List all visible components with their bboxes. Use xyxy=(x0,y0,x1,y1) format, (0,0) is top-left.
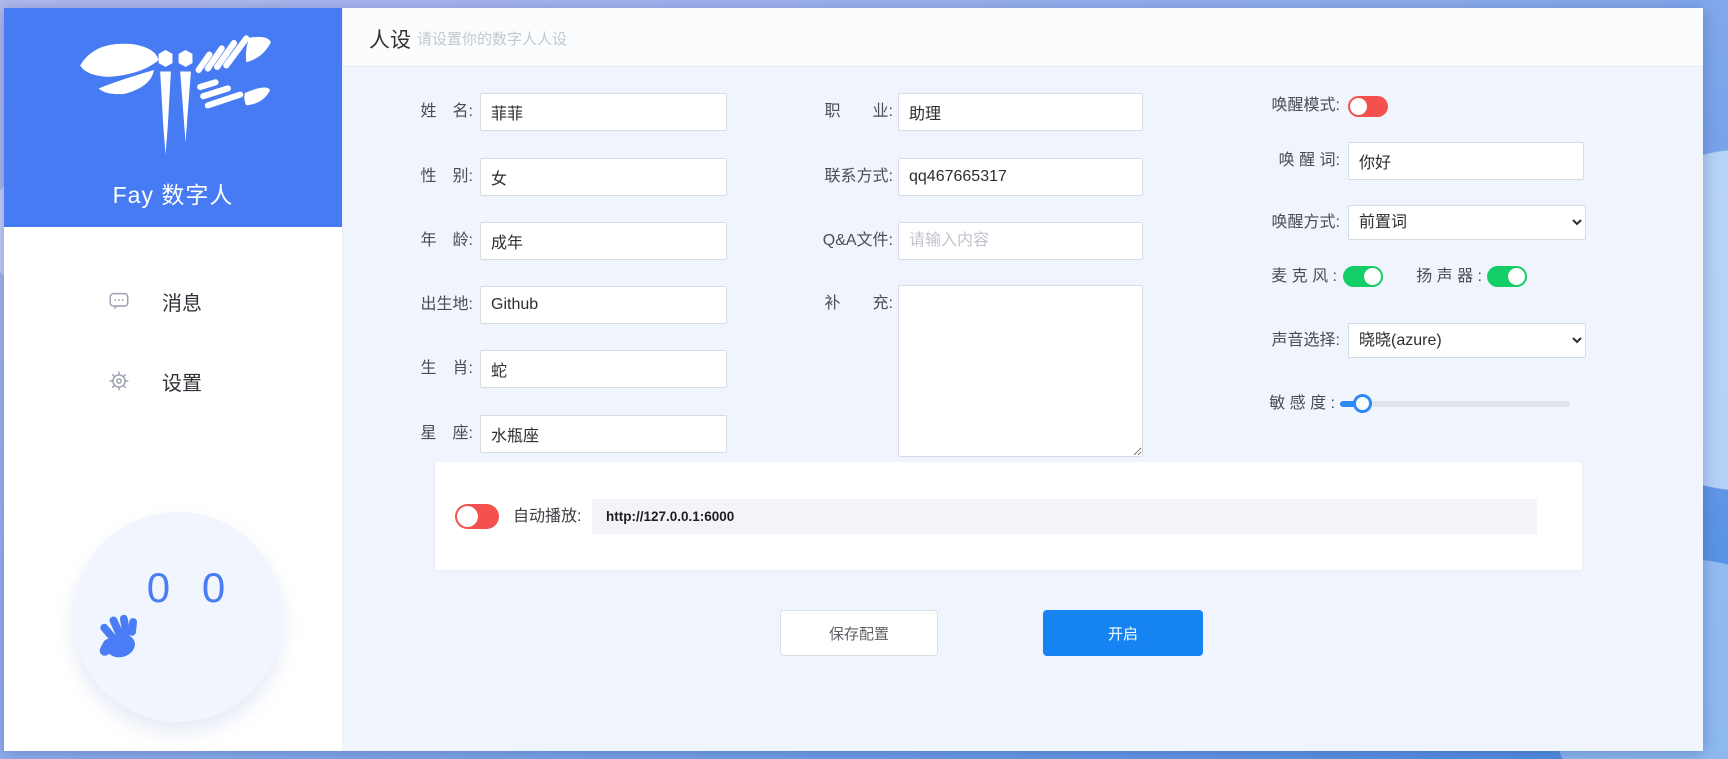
name-label: 姓 名: xyxy=(373,93,473,131)
zodiac-input[interactable] xyxy=(480,350,727,388)
wake-method-label: 唤醒方式: xyxy=(1198,205,1340,240)
app-window: Fay 数字人 消息 设置 0 0 xyxy=(4,8,1703,751)
mic-label: 麦 克 风 : xyxy=(1203,257,1337,297)
toggle-knob xyxy=(1508,268,1525,285)
birthplace-input[interactable] xyxy=(480,286,727,324)
sidebar-item-settings[interactable]: 设置 xyxy=(4,358,342,404)
page-title: 人设 xyxy=(369,24,411,54)
occupation-label: 职 业: xyxy=(773,93,893,131)
slider-knob[interactable] xyxy=(1353,394,1372,413)
status-circle: 0 0 xyxy=(73,512,283,722)
autoplay-url-field[interactable]: http://127.0.0.1:6000 xyxy=(592,499,1537,534)
counter-display: 0 0 xyxy=(73,564,283,612)
persona-form: 姓 名: 性 别: 年 龄: 出生地: 生 肖: 星 座: 职 业: 联系方式:… xyxy=(343,67,1703,751)
voice-select[interactable]: 晓晓(azure) xyxy=(1348,323,1586,358)
toggle-knob xyxy=(1364,268,1381,285)
gender-input[interactable] xyxy=(480,158,727,196)
sidebar-item-messages[interactable]: 消息 xyxy=(4,278,342,324)
wake-mode-toggle[interactable] xyxy=(1348,96,1388,117)
constellation-label: 星 座: xyxy=(373,415,473,453)
sidebar-item-label: 设置 xyxy=(162,367,202,396)
birthplace-label: 出生地: xyxy=(373,286,473,324)
page-subtitle: 请设置你的数字人人设 xyxy=(417,28,567,49)
occupation-input[interactable] xyxy=(898,93,1143,131)
brand-header: Fay 数字人 xyxy=(4,8,342,227)
wake-word-label: 唤 醒 词: xyxy=(1198,142,1340,180)
speaker-toggle[interactable] xyxy=(1487,266,1527,287)
contact-label: 联系方式: xyxy=(773,158,893,196)
zodiac-label: 生 肖: xyxy=(373,350,473,388)
age-label: 年 龄: xyxy=(373,222,473,260)
supplement-label: 补 充: xyxy=(773,285,893,323)
qa-file-input[interactable] xyxy=(898,222,1143,260)
sensitivity-label: 敏 感 度 : xyxy=(1198,393,1335,415)
mic-toggle[interactable] xyxy=(1343,266,1383,287)
autoplay-panel: 自动播放: http://127.0.0.1:6000 xyxy=(435,462,1582,570)
toggle-knob xyxy=(1350,98,1367,115)
speaker-label: 扬 声 器 : xyxy=(1391,257,1482,297)
constellation-input[interactable] xyxy=(480,415,727,453)
slider-track[interactable] xyxy=(1340,401,1570,407)
page-header: 人设 请设置你的数字人人设 xyxy=(343,8,1703,67)
supplement-textarea[interactable] xyxy=(898,285,1143,457)
name-input[interactable] xyxy=(480,93,727,131)
contact-input[interactable] xyxy=(898,158,1143,196)
autoplay-toggle[interactable] xyxy=(455,504,499,529)
wake-word-input[interactable] xyxy=(1348,142,1584,180)
sidebar-item-label: 消息 xyxy=(162,287,202,316)
save-config-button[interactable]: 保存配置 xyxy=(780,610,938,656)
gender-label: 性 别: xyxy=(373,158,473,196)
start-button[interactable]: 开启 xyxy=(1043,610,1203,656)
message-icon xyxy=(108,290,130,312)
voice-label: 声音选择: xyxy=(1198,323,1340,358)
age-input[interactable] xyxy=(480,222,727,260)
wake-mode-label: 唤醒模式: xyxy=(1198,87,1340,125)
wake-method-select[interactable]: 前置词 xyxy=(1348,205,1586,240)
autoplay-label: 自动播放: xyxy=(513,504,581,529)
sensitivity-slider[interactable] xyxy=(1340,393,1570,415)
qa-file-label: Q&A文件: xyxy=(773,222,893,260)
gear-icon xyxy=(108,370,130,392)
toggle-knob xyxy=(457,506,478,527)
sidebar: Fay 数字人 消息 设置 0 0 xyxy=(4,8,343,751)
dragonfly-logo-icon xyxy=(74,34,274,166)
brand-title: Fay 数字人 xyxy=(4,176,342,210)
waving-hand-icon xyxy=(90,605,151,666)
main-panel: 人设 请设置你的数字人人设 姓 名: 性 别: 年 龄: 出生地: 生 肖: 星… xyxy=(343,8,1703,751)
